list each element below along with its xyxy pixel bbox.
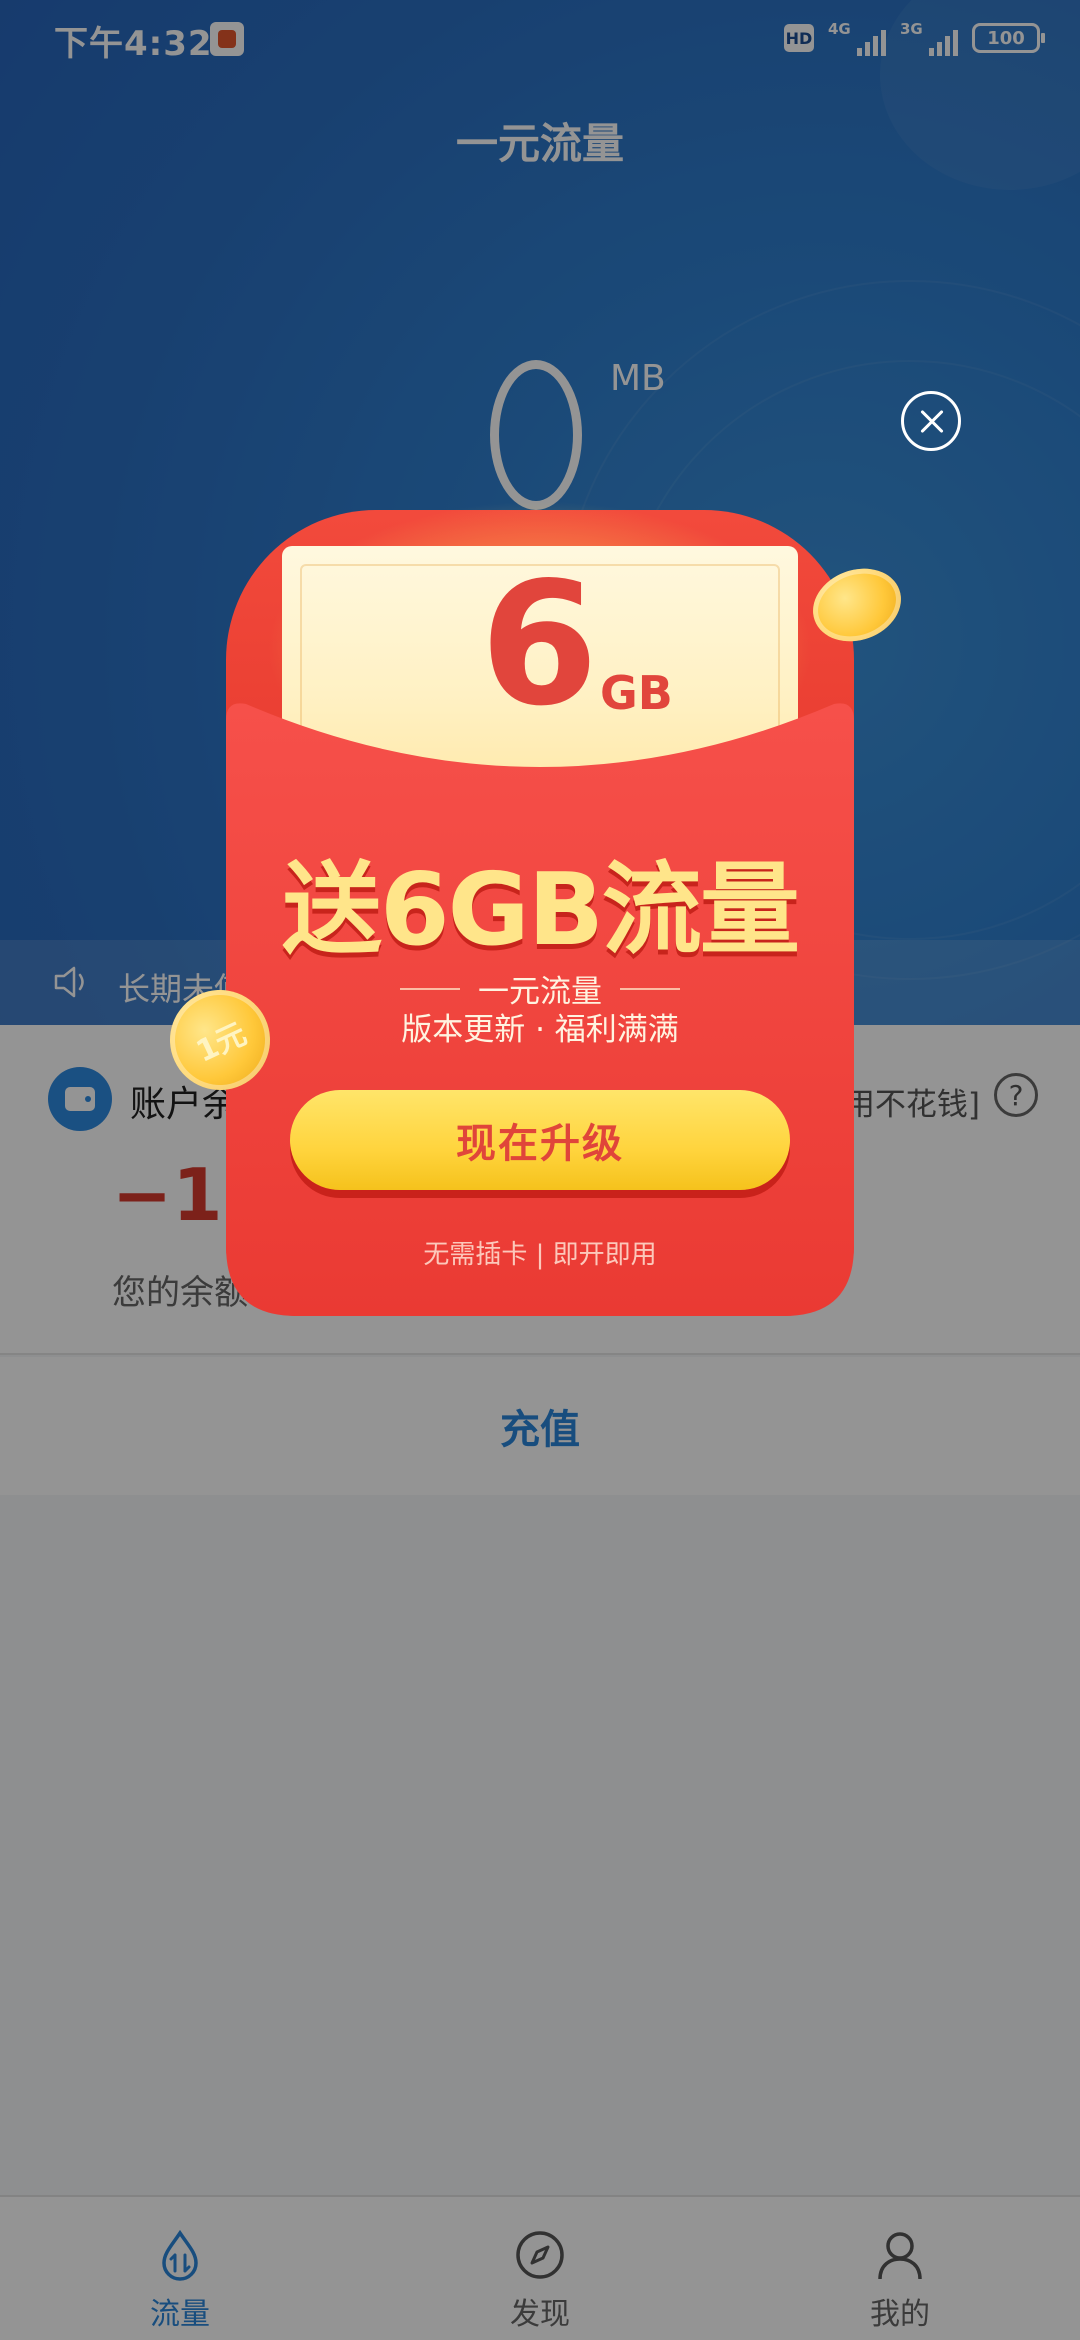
- promo-red-packet[interactable]: 6 GB 高 速 流 量 送6GB流量 一元流量 版本更新 · 福利满满 现在升…: [226, 500, 854, 1316]
- promo-subtitle: 版本更新 · 福利满满: [401, 1012, 679, 1048]
- promo-headline: 送6GB流量: [282, 851, 800, 968]
- upgrade-now-button[interactable]: 现在升级: [290, 1090, 790, 1190]
- close-icon[interactable]: [901, 391, 961, 451]
- promo-footer: 无需插卡 | 即开即用: [423, 1240, 657, 1270]
